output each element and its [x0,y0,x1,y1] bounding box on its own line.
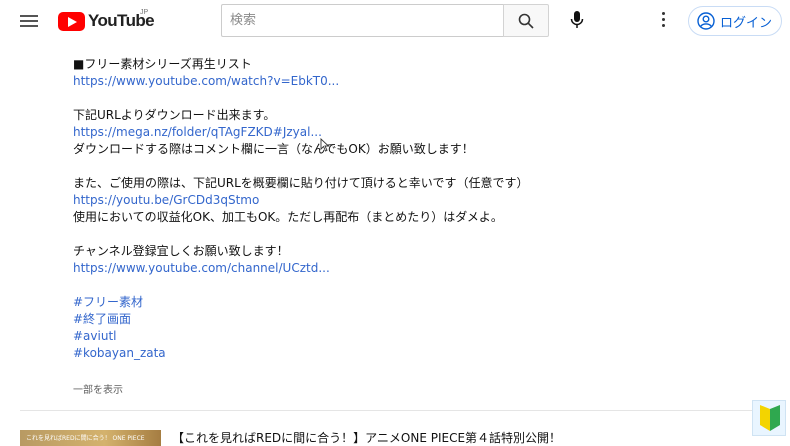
hashtag-link[interactable]: #終了画面 [73,312,131,326]
microphone-icon [570,11,584,28]
description-text: また、ご使用の際は、下記URLを概要欄に貼り付けて頂けると幸いです（任意です） [73,176,529,190]
video-description: ■フリー素材シリーズ再生リスト https://www.youtube.com/… [73,56,573,362]
thumbnail-text: これを見ればREDに間に合う！ ONE PIECE [26,435,145,442]
logo-region: JP [140,9,149,16]
top-bar: YouTube JP ログイン [0,0,790,44]
signin-button[interactable]: ログイン [688,6,782,36]
playlist-link[interactable]: https://www.youtube.com/watch?v=EbkT0... [73,74,339,88]
youtube-play-icon [58,11,85,31]
search-icon [518,13,534,29]
next-video-title[interactable]: 【これを見ればREDに間に合う！】アニメONE PIECE第４話特別公開！ [172,429,561,446]
next-video-thumbnail[interactable]: これを見ればREDに間に合う！ ONE PIECE [20,430,161,446]
signin-label: ログイン [720,15,773,31]
mouse-cursor-icon [320,138,330,152]
beginner-mark-badge [752,400,786,436]
divider [20,410,780,411]
description-text: 使用においての収益化OK、加工もOK。ただし再配布（まとめたり）はダメよ。 [73,210,503,224]
hashtag-link[interactable]: #フリー素材 [73,295,143,309]
search-button[interactable] [503,4,549,37]
description-text: チャンネル登録宜しくお願い致します！ [73,244,289,258]
search-input[interactable] [222,5,503,36]
channel-link[interactable]: https://www.youtube.com/channel/UCztd... [73,261,330,275]
video-link[interactable]: https://youtu.be/GrCDd3qStmo [73,193,259,207]
hashtag-link[interactable]: #aviutl [73,329,117,343]
account-icon [697,12,715,30]
description-text: 下記URLよりダウンロード出来ます。 [73,108,276,122]
show-less-button[interactable]: 一部を表示 [73,381,123,396]
description-text: ■フリー素材シリーズ再生リスト [73,57,252,71]
download-link[interactable]: https://mega.nz/folder/qTAgFZKD#Jzyal... [73,125,322,139]
beginner-mark-icon [760,405,780,431]
more-options-icon[interactable] [654,9,672,33]
voice-search-button[interactable] [562,5,592,35]
menu-icon[interactable] [18,12,40,30]
search-box [221,4,503,37]
hashtag-link[interactable]: #kobayan_zata [73,346,166,360]
